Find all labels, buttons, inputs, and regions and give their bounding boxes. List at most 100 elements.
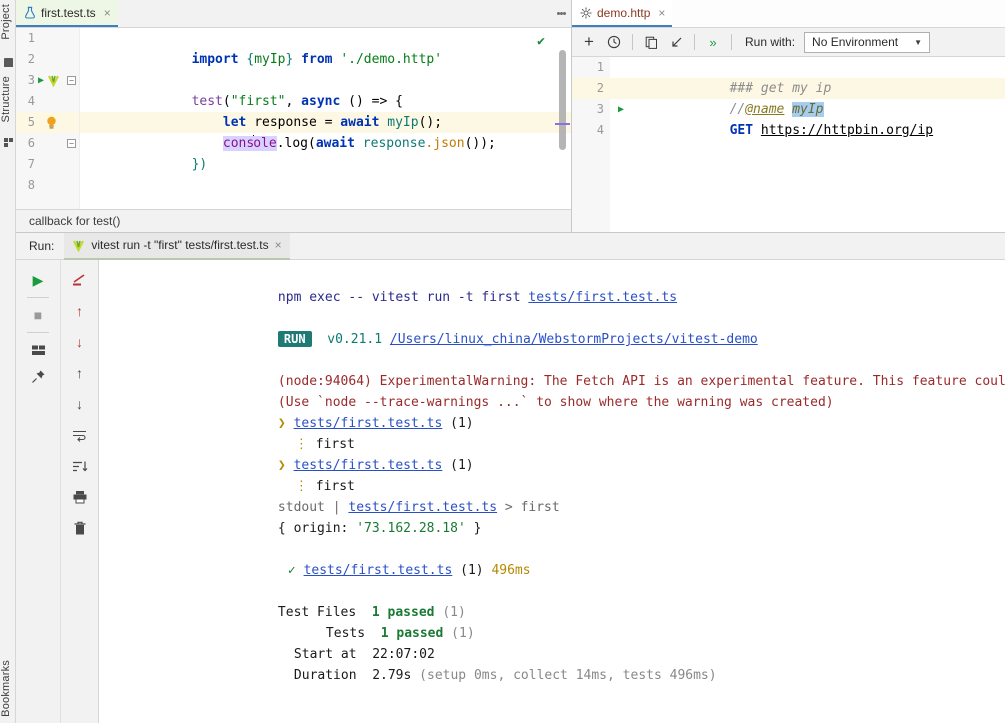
token-json: .json	[425, 136, 464, 151]
editor-options-icon[interactable]	[551, 0, 571, 27]
summary-value: 1 passed	[381, 626, 444, 641]
token-await: await	[316, 136, 355, 151]
editor-change-marker	[555, 123, 570, 125]
pass-check-icon: ✓	[288, 563, 296, 578]
stdout-test-name: > first	[497, 500, 560, 515]
http-url[interactable]: https://httpbin.org/ip	[761, 123, 933, 138]
breadcrumb-label: callback for test()	[29, 214, 120, 228]
run-all-icon[interactable]: »	[702, 31, 724, 53]
vitest-icon	[47, 74, 60, 87]
stdout-object-close: }	[466, 521, 482, 536]
gutter-line: 7	[16, 154, 79, 175]
gutter-line: 4	[16, 91, 79, 112]
fold-icon[interactable]: −	[67, 76, 76, 85]
copy-icon[interactable]	[640, 31, 662, 53]
toolbar-separator	[694, 34, 695, 50]
layout-button[interactable]	[25, 338, 51, 362]
gutter-icons[interactable]: ▶	[38, 70, 60, 91]
previous-occurrence-button[interactable]: ↑	[67, 299, 93, 323]
stop-button[interactable]: ■	[25, 303, 51, 327]
run-test-icon[interactable]: ▶	[38, 70, 44, 91]
line-number: 2	[28, 49, 35, 70]
http-verb: GET	[730, 123, 753, 138]
sidebar-item-project[interactable]: Project	[0, 4, 16, 40]
editor-code-area[interactable]: import {myIp} from './demo.http' test("f…	[80, 28, 571, 209]
sort-button[interactable]	[67, 454, 93, 478]
summary-value: 22:07:02	[372, 647, 435, 662]
suite-file-link[interactable]: tests/first.test.ts	[294, 416, 443, 431]
scroll-up-button[interactable]: ↑	[67, 361, 93, 385]
rail-separator	[27, 297, 49, 298]
command-text: npm exec -- vitest run -t first	[278, 290, 528, 305]
http-name-directive: @name	[745, 102, 784, 117]
run-configuration-tab[interactable]: vitest run -t "first" tests/first.test.t…	[64, 233, 289, 260]
fold-icon[interactable]: −	[67, 139, 76, 148]
run-tool-window: Run: vitest run -t "first" tests/first.t…	[16, 232, 1005, 723]
tab-demo-http-label: demo.http	[597, 6, 650, 20]
sidebar-item-bookmarks[interactable]: Bookmarks	[0, 660, 16, 717]
intention-bulb-icon[interactable]	[46, 112, 57, 133]
inspection-ok-icon[interactable]: ✔	[537, 34, 545, 49]
suite-count: (1)	[450, 458, 473, 473]
test-flask-icon	[24, 6, 36, 19]
line-number: 2	[597, 81, 604, 95]
rerun-button[interactable]: ▶	[25, 268, 51, 292]
expand-arrow-icon[interactable]: ❯	[278, 458, 286, 473]
editor-scrollbar[interactable]	[559, 50, 566, 150]
code-line-1: import {myIp} from './demo.http'	[80, 28, 571, 49]
breadcrumb[interactable]: callback for test()	[16, 209, 571, 232]
typescript-editor-pane: first.test.ts × 1 2 3	[16, 0, 572, 232]
command-file-link[interactable]: tests/first.test.ts	[528, 290, 677, 305]
http-comment-prefix: //	[730, 102, 746, 117]
token-paren: (	[223, 94, 231, 109]
environment-select[interactable]: No Environment ▼	[804, 32, 930, 53]
sidebar-item-structure[interactable]: Structure	[0, 76, 16, 122]
http-space	[753, 123, 761, 138]
close-icon[interactable]: ×	[104, 6, 111, 20]
token-let: let	[223, 115, 246, 130]
close-icon[interactable]: ×	[275, 238, 282, 252]
project-folder-icon	[4, 58, 13, 67]
http-name-value: myIp	[792, 102, 823, 117]
print-button[interactable]	[67, 485, 93, 509]
token-myip: myIp	[254, 52, 285, 67]
http-gutter[interactable]: 1 2 3 ▶ 4	[572, 57, 610, 232]
tab-demo-http[interactable]: demo.http ×	[572, 0, 672, 27]
result-file-link[interactable]: tests/first.test.ts	[304, 563, 453, 578]
close-icon[interactable]: ×	[658, 6, 665, 20]
editor-gutter[interactable]: 1 2 3 ▶ −	[16, 28, 80, 209]
tab-bar-filler	[118, 0, 551, 27]
run-console[interactable]: npm exec -- vitest run -t first tests/fi…	[99, 260, 1005, 723]
history-clock-icon[interactable]	[603, 31, 625, 53]
run-window-label: Run:	[16, 239, 64, 253]
expand-arrow-icon[interactable]: ❯	[278, 416, 286, 431]
stdout-origin-value: '73.162.28.18'	[356, 521, 466, 536]
summary-label: Tests	[326, 626, 365, 641]
pin-tab-button[interactable]	[25, 364, 51, 388]
token-async: async	[301, 94, 340, 109]
wrap-text-button[interactable]	[67, 423, 93, 447]
stdout-file-link[interactable]: tests/first.test.ts	[348, 500, 497, 515]
convert-icon[interactable]	[665, 31, 687, 53]
token-import: import	[192, 52, 247, 67]
suite-file-link[interactable]: tests/first.test.ts	[294, 458, 443, 473]
tab-first-test-ts[interactable]: first.test.ts ×	[16, 0, 118, 27]
token-test-name: "first"	[231, 94, 286, 109]
rail-separator	[27, 332, 49, 333]
soft-wrap-button[interactable]	[67, 268, 93, 292]
tab-first-test-ts-label: first.test.ts	[41, 6, 96, 20]
stdout-object-open: { origin:	[278, 521, 356, 536]
http-code-area[interactable]: ### get my ip //@name myIp GET https://h…	[610, 57, 1005, 232]
http-line-number: 3 ▶	[572, 99, 610, 120]
add-request-button[interactable]: +	[578, 31, 600, 53]
run-request-icon[interactable]: ▶	[618, 99, 624, 120]
run-tab-bar: Run: vitest run -t "first" tests/first.t…	[16, 232, 1005, 260]
project-path-link[interactable]: /Users/linux_china/WebstormProjects/vite…	[390, 332, 758, 347]
run-configuration-label: vitest run -t "first" tests/first.test.t…	[91, 238, 268, 252]
warning-text: (Use `node --trace-warnings ...` to show…	[278, 395, 834, 410]
gutter-line: 3 ▶ −	[16, 70, 79, 91]
scroll-down-button[interactable]: ↓	[67, 392, 93, 416]
clear-all-button[interactable]	[67, 516, 93, 540]
next-occurrence-button[interactable]: ↓	[67, 330, 93, 354]
token-console-selected: cons	[223, 136, 254, 151]
